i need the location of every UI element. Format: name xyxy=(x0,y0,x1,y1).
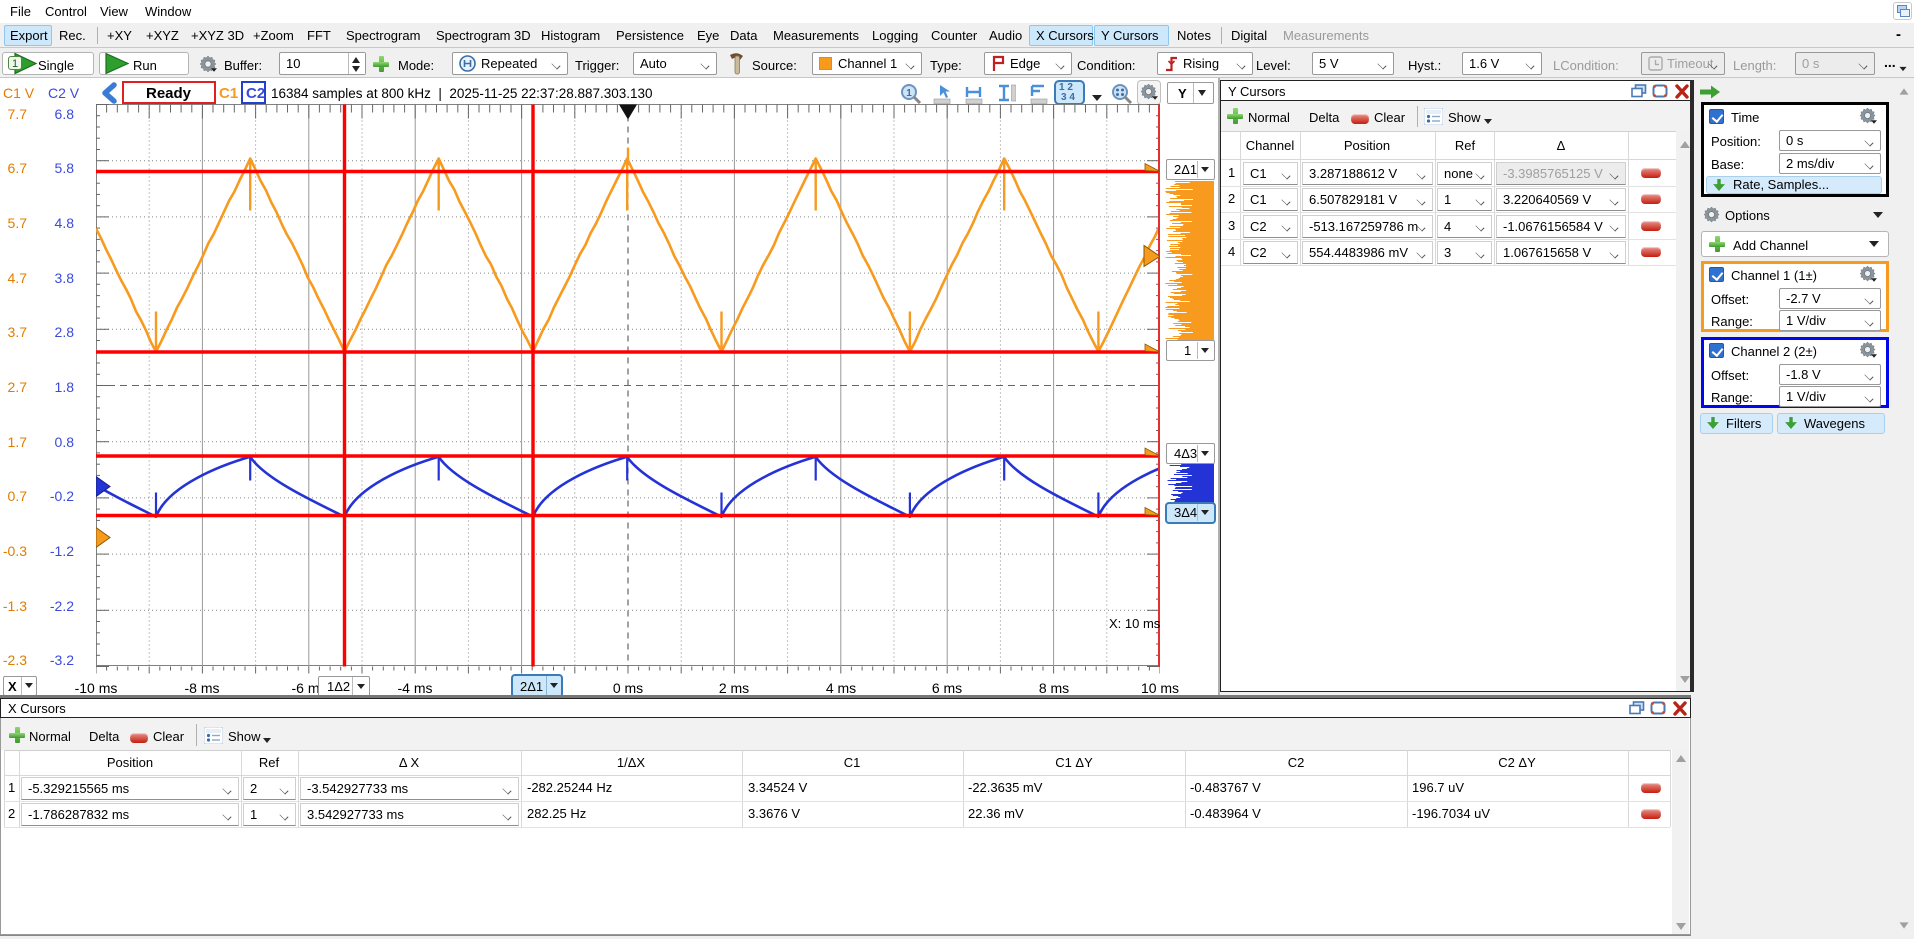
svg-text:1: 1 xyxy=(906,88,912,99)
svg-text:1: 1 xyxy=(12,58,18,70)
